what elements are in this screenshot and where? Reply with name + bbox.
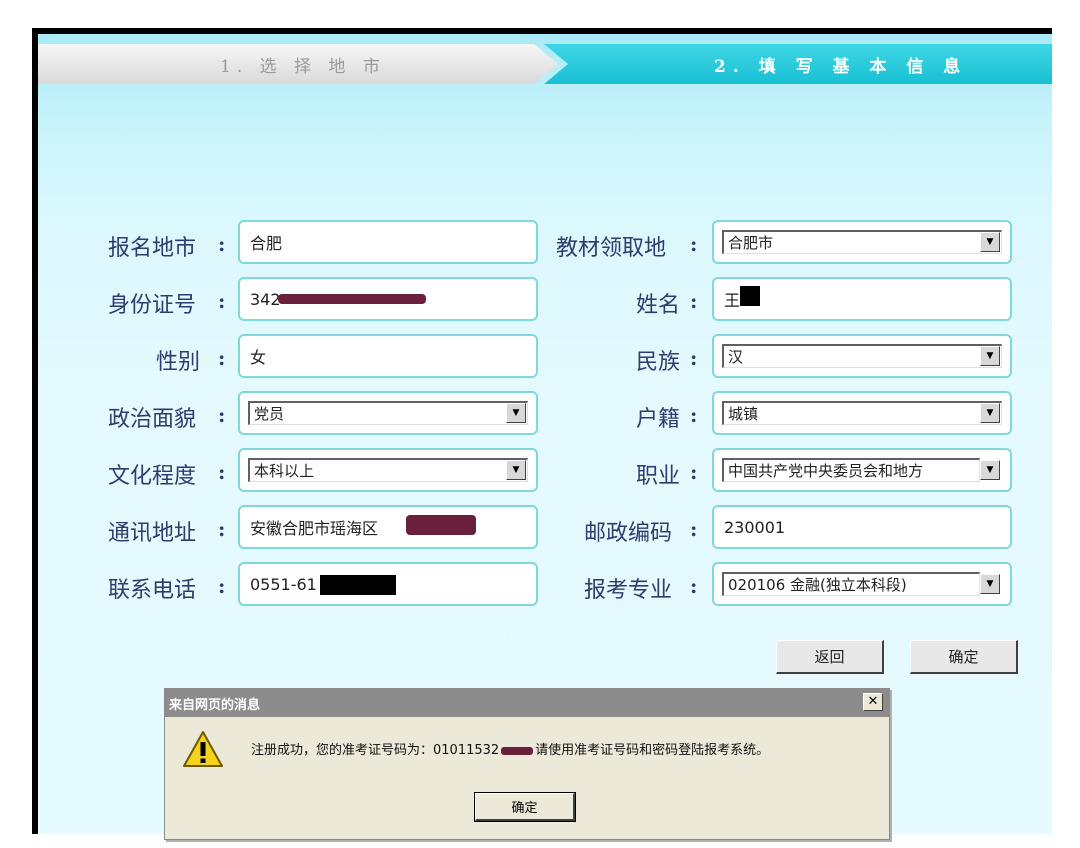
household-value: 城镇 xyxy=(722,401,1002,425)
colon: : xyxy=(218,232,226,256)
back-button[interactable]: 返回 xyxy=(776,640,884,674)
education-label: 文化程度 xyxy=(108,464,197,489)
alert-dialog: 来自网页的消息 ✕ 注册成功，您的准考证号码为：01011532 请使用准考证号码… xyxy=(164,688,890,840)
education-value: 本科以上 xyxy=(248,458,528,482)
redaction-mark xyxy=(501,746,534,755)
colon: : xyxy=(218,460,226,484)
address-field[interactable]: 安徽合肥市瑶海区 xyxy=(238,505,538,549)
chevron-down-icon[interactable]: ▼ xyxy=(980,574,1000,594)
step-basic-info: 2. 填 写 基 本 信 息 xyxy=(544,44,1052,84)
material-location-select[interactable]: 合肥市 ▼ xyxy=(712,220,1012,264)
household-label: 户籍 xyxy=(636,407,681,432)
chevron-down-icon[interactable]: ▼ xyxy=(506,460,526,480)
close-icon[interactable]: ✕ xyxy=(863,693,883,711)
material-location-value: 合肥市 xyxy=(722,230,1002,254)
gender-field[interactable]: 女 xyxy=(238,334,538,378)
ethnicity-value: 汉 xyxy=(722,344,1002,368)
colon: : xyxy=(690,460,698,484)
colon: : xyxy=(218,517,226,541)
occupation-select[interactable]: 中国共产党中央委员会和地方 ▼ xyxy=(712,448,1012,492)
dialog-ok-button[interactable]: 确定 xyxy=(474,792,576,822)
phone-value: 0551-61 xyxy=(250,574,317,594)
redaction-mark xyxy=(278,294,426,304)
dialog-title-bar: 来自网页的消息 xyxy=(165,689,889,717)
major-value: 020106 金融(独立本科段) xyxy=(722,572,980,596)
id-number-value: 342 xyxy=(250,289,281,309)
address-label: 通讯地址 xyxy=(108,521,197,546)
material-location-label: 教材领取地 xyxy=(556,236,667,261)
confirm-button[interactable]: 确定 xyxy=(910,640,1018,674)
household-select[interactable]: 城镇 ▼ xyxy=(712,391,1012,435)
name-value: 王 xyxy=(724,291,741,310)
step-select-city: 1. 选 择 地 市 xyxy=(38,44,558,84)
redaction-mark xyxy=(320,575,396,595)
dialog-message-prefix: 注册成功，您的准考证号码为：01011532 xyxy=(251,743,500,758)
gender-label: 性别 xyxy=(156,350,201,375)
colon: : xyxy=(690,517,698,541)
phone-label: 联系电话 xyxy=(108,578,197,603)
step-select-city-label: 1. 选 择 地 市 xyxy=(220,56,386,77)
political-status-label: 政治面貌 xyxy=(108,407,197,432)
postcode-field[interactable]: 230001 xyxy=(712,505,1012,549)
dialog-message-suffix: 请使用准考证号码和密码登陆报考系统。 xyxy=(535,743,770,758)
redaction-mark xyxy=(740,286,760,306)
major-select[interactable]: 020106 金融(独立本科段) ▼ xyxy=(712,562,1012,606)
chevron-down-icon[interactable]: ▼ xyxy=(980,403,1000,423)
city-label: 报名地市 xyxy=(108,236,197,261)
colon: : xyxy=(218,346,226,370)
political-status-value: 党员 xyxy=(248,401,528,425)
colon: : xyxy=(218,574,226,598)
occupation-value: 中国共产党中央委员会和地方 xyxy=(722,458,980,482)
colon: : xyxy=(218,403,226,427)
colon: : xyxy=(690,232,698,256)
occupation-label: 职业 xyxy=(636,464,681,489)
chevron-down-icon[interactable]: ▼ xyxy=(980,232,1000,252)
colon: : xyxy=(690,346,698,370)
colon: : xyxy=(218,289,226,313)
colon: : xyxy=(690,289,698,313)
ethnicity-select[interactable]: 汉 ▼ xyxy=(712,334,1012,378)
education-select[interactable]: 本科以上 ▼ xyxy=(238,448,538,492)
city-field[interactable]: 合肥 xyxy=(238,220,538,264)
warning-icon xyxy=(183,731,223,767)
address-value: 安徽合肥市瑶海区 xyxy=(250,519,379,538)
political-status-select[interactable]: 党员 ▼ xyxy=(238,391,538,435)
colon: : xyxy=(690,403,698,427)
postcode-label: 邮政编码 xyxy=(584,521,673,546)
redaction-mark xyxy=(406,515,476,535)
dialog-title: 来自网页的消息 xyxy=(169,697,261,713)
step-bar: 1. 选 择 地 市 2. 填 写 基 本 信 息 xyxy=(38,44,1052,84)
major-label: 报考专业 xyxy=(584,578,673,603)
id-number-label: 身份证号 xyxy=(108,293,197,318)
step-basic-info-label: 2. 填 写 基 本 信 息 xyxy=(714,56,968,77)
name-label: 姓名 xyxy=(636,293,681,318)
ethnicity-label: 民族 xyxy=(636,350,681,375)
colon: : xyxy=(690,574,698,598)
chevron-down-icon[interactable]: ▼ xyxy=(506,403,526,423)
dialog-message: 注册成功，您的准考证号码为：01011532 请使用准考证号码和密码登陆报考系统。 xyxy=(251,739,769,758)
chevron-down-icon[interactable]: ▼ xyxy=(980,460,1000,480)
chevron-down-icon[interactable]: ▼ xyxy=(980,346,1000,366)
